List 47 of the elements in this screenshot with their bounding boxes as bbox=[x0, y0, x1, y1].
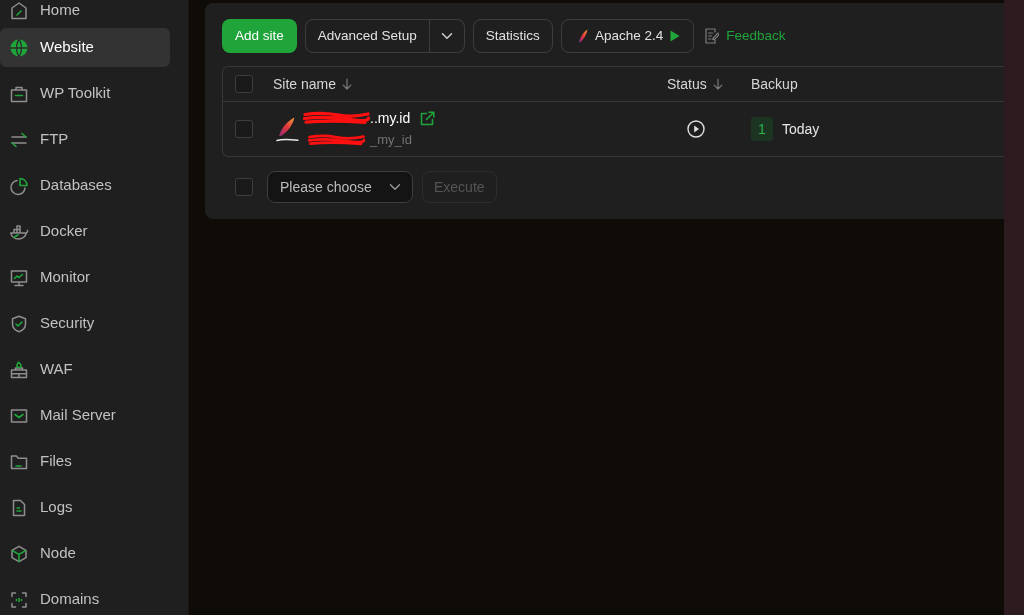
sidebar-item[interactable]: FTP bbox=[0, 120, 170, 159]
sidebar-item[interactable]: Domains bbox=[0, 580, 170, 615]
external-link-icon bbox=[420, 110, 436, 126]
backup-time-text: Today bbox=[782, 119, 820, 139]
sidebar-item[interactable]: Home bbox=[0, 0, 170, 21]
sidebar-item[interactable]: Security bbox=[0, 304, 170, 343]
backup-count-badge[interactable]: 1 bbox=[751, 117, 773, 141]
web-server-button[interactable]: Apache 2.4 bbox=[560, 19, 695, 53]
quill-icon bbox=[275, 116, 299, 142]
select-all-checkbox[interactable] bbox=[235, 75, 253, 93]
batch-checkbox[interactable] bbox=[235, 178, 253, 196]
feather-icon bbox=[577, 29, 588, 43]
row-checkbox[interactable] bbox=[235, 120, 253, 138]
firewall-icon bbox=[9, 359, 29, 380]
cube-icon bbox=[9, 543, 29, 564]
sidebar-item[interactable]: Website bbox=[0, 28, 170, 67]
note-pencil-icon bbox=[705, 28, 720, 44]
caret-icon bbox=[389, 183, 401, 191]
brackets-icon bbox=[9, 589, 29, 610]
sidebar-item[interactable]: Logs bbox=[0, 488, 170, 527]
monitor-icon bbox=[9, 267, 29, 288]
pie-chart-icon bbox=[9, 175, 29, 196]
advanced-setup-button[interactable]: Advanced Setup bbox=[304, 19, 430, 53]
sidebar-item[interactable]: WAF bbox=[0, 350, 170, 389]
sidebar-item[interactable]: Docker bbox=[0, 212, 170, 251]
sidebar-item[interactable]: Monitor bbox=[0, 258, 170, 297]
advanced-setup-dropdown-button[interactable] bbox=[429, 19, 465, 53]
shield-check-icon bbox=[9, 313, 29, 334]
sidebar-item[interactable]: WP Toolkit bbox=[0, 74, 170, 113]
column-header[interactable]: Status bbox=[667, 73, 707, 95]
redaction-scribble-icon bbox=[303, 111, 370, 125]
sidebar-item[interactable]: Node bbox=[0, 534, 170, 573]
batch-action-select[interactable]: Please choose bbox=[267, 171, 413, 203]
caret-icon bbox=[440, 32, 453, 40]
play-circle-icon bbox=[687, 120, 705, 138]
feedback-link[interactable]: Feedback bbox=[705, 25, 786, 47]
column-header[interactable]: Site name bbox=[273, 73, 337, 95]
play-triangle-icon bbox=[670, 30, 681, 42]
sidebar-item[interactable]: Mail Server bbox=[0, 396, 170, 435]
sidebar-item[interactable]: Files bbox=[0, 442, 170, 481]
site-path-text: _my_id bbox=[370, 131, 412, 150]
globe-icon bbox=[9, 37, 29, 58]
home-icon bbox=[9, 0, 29, 21]
statistics-button[interactable]: Statistics bbox=[472, 19, 553, 53]
site-name-link[interactable]: ..my.id bbox=[370, 107, 411, 129]
sidebar-item[interactable]: Databases bbox=[0, 166, 170, 205]
column-header[interactable]: Backup bbox=[751, 73, 798, 95]
